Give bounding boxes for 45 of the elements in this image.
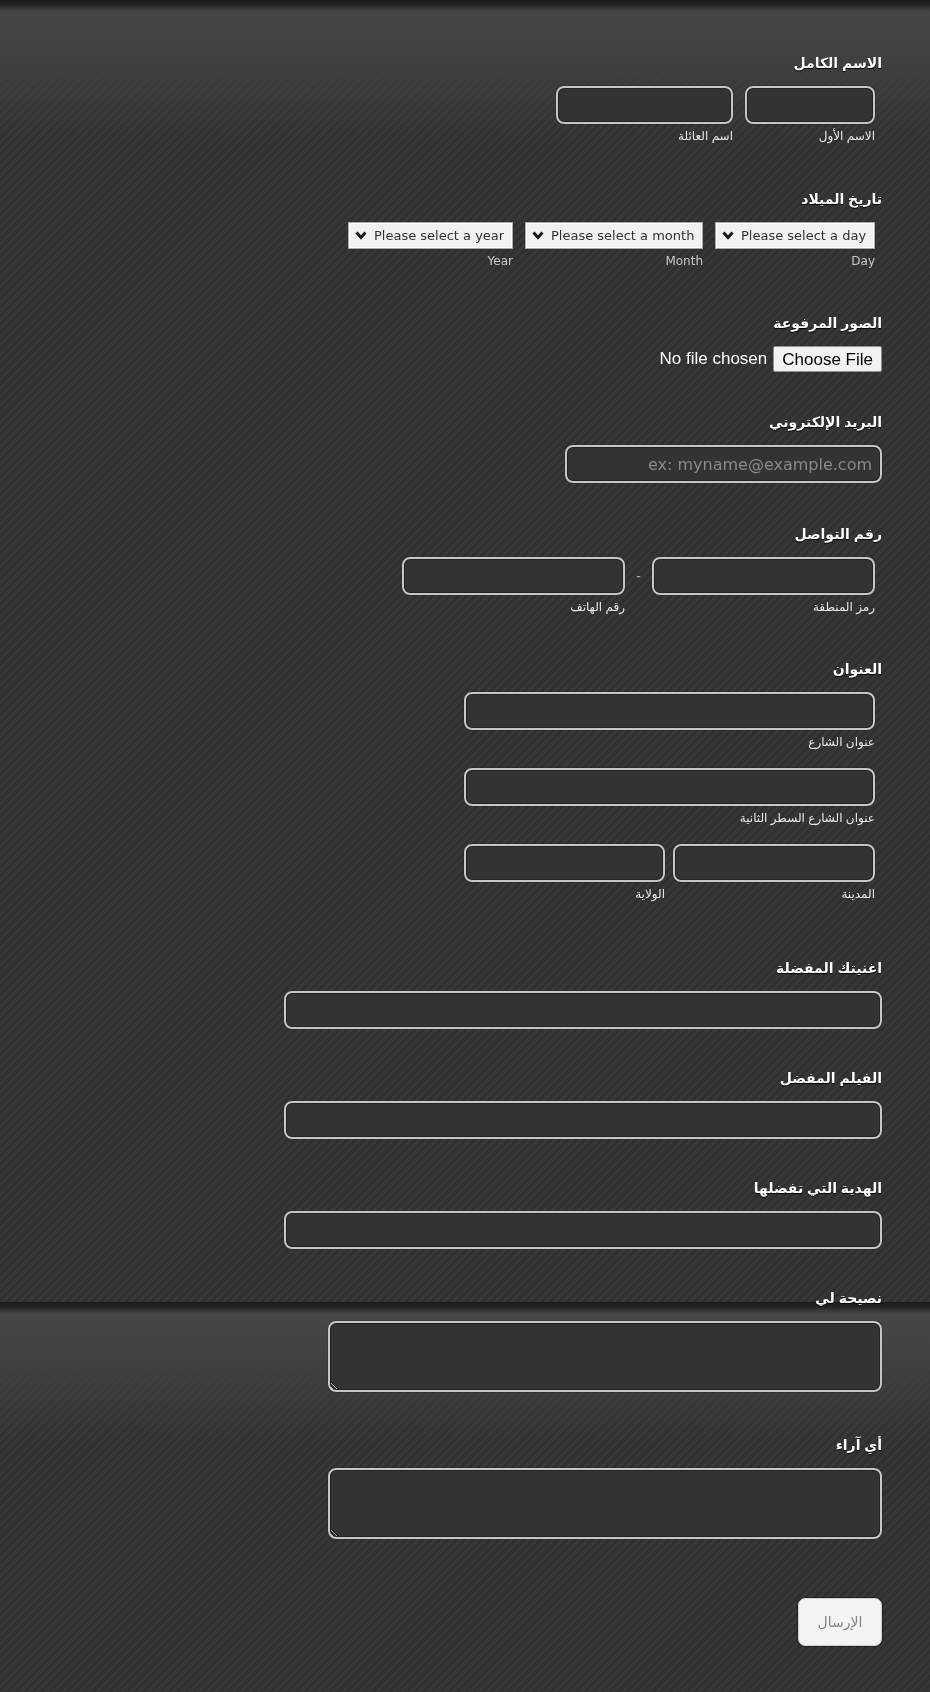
field-sublabel: عنوان الشارع السطر الثانية xyxy=(739,810,875,826)
field-label: العنوان xyxy=(832,660,882,679)
chevron-down-icon xyxy=(355,231,367,240)
field-sublabel: المدينة xyxy=(841,886,875,902)
text-input[interactable] xyxy=(284,1211,882,1249)
address-input[interactable] xyxy=(464,692,875,730)
text-area[interactable] xyxy=(328,1468,882,1539)
choose-file-button[interactable]: Choose File xyxy=(773,346,882,372)
phone-input[interactable] xyxy=(652,557,875,595)
field-label: تاريخ الميلاد xyxy=(801,190,882,209)
name-input[interactable] xyxy=(556,86,733,124)
field-sublabel: الاسم الأول xyxy=(818,128,875,144)
address-input[interactable] xyxy=(673,844,875,882)
chevron-down-icon xyxy=(722,231,734,240)
email-input[interactable]: ex: myname@example.com xyxy=(565,445,882,483)
chevron-down-icon xyxy=(532,231,544,240)
field-sublabel: رمز المنطقة xyxy=(812,599,875,615)
text-input[interactable] xyxy=(284,1101,882,1139)
address-input[interactable] xyxy=(464,844,665,882)
field-label: أي آراء xyxy=(835,1435,882,1455)
date-select[interactable]: Please select a year xyxy=(348,222,513,249)
field-label: الفيلم المفضل xyxy=(779,1069,882,1088)
date-select[interactable]: Please select a month xyxy=(525,222,703,249)
field-sublabel: اسم العائلة xyxy=(678,128,733,144)
field-label: رقم التواصل xyxy=(794,525,882,544)
field-sublabel: الولاية xyxy=(635,886,665,902)
field-sublabel: عنوان الشارع xyxy=(808,734,875,750)
date-select[interactable]: Please select a day xyxy=(715,222,875,249)
name-input[interactable] xyxy=(745,86,875,124)
field-label: الاسم الكامل xyxy=(793,54,882,73)
dash-separator: - xyxy=(636,567,641,585)
field-sublabel: Year xyxy=(487,253,513,269)
field-sublabel: Day xyxy=(851,253,875,269)
field-label: الصور المرفوعة xyxy=(773,314,882,333)
address-input[interactable] xyxy=(464,768,875,806)
phone-input[interactable] xyxy=(402,557,625,595)
field-label: نصيحة لي xyxy=(815,1289,882,1308)
text-input[interactable] xyxy=(284,991,882,1029)
field-label: اغنيتك المفضلة xyxy=(776,959,882,978)
field-sublabel: رقم الهاتف xyxy=(570,599,625,615)
field-label: البريد الإلكتروني xyxy=(769,413,882,432)
field-sublabel: Month xyxy=(665,253,703,269)
field-label: الهدية التي تفضلها xyxy=(753,1179,882,1198)
text-area[interactable] xyxy=(328,1321,882,1392)
file-status-text: No file chosen xyxy=(659,348,768,370)
